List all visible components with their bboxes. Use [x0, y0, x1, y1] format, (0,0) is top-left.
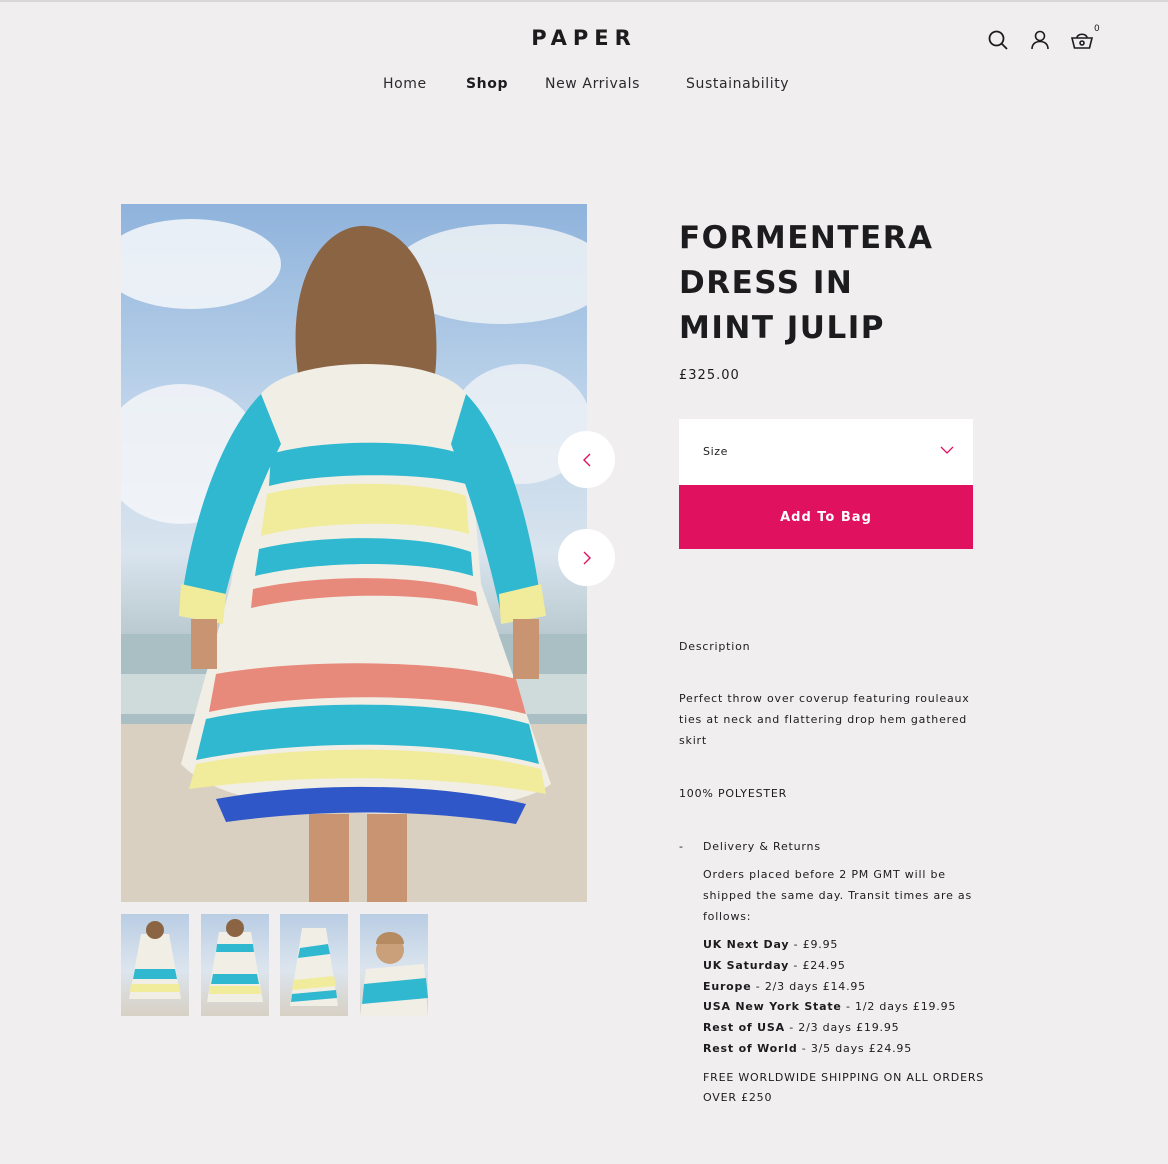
- shipping-option-name: UK Saturday: [703, 958, 790, 972]
- product-title-line: FORMENTERA: [679, 220, 934, 256]
- shipping-option-name: USA New York State: [703, 1000, 842, 1014]
- search-icon[interactable]: [986, 28, 1010, 52]
- nav-new-arrivals[interactable]: New Arrivals: [545, 76, 640, 92]
- gallery-next-button[interactable]: [558, 529, 615, 586]
- shipping-option-detail: - 3/5 days £24.95: [797, 1041, 913, 1055]
- delivery-intro: Orders placed before 2 PM GMT will be sh…: [703, 868, 972, 923]
- thumbnail-1[interactable]: [121, 914, 189, 1016]
- account-icon[interactable]: [1028, 28, 1052, 52]
- shipping-option-detail: - 2/3 days £14.95: [751, 979, 866, 993]
- description-text: Perfect throw over coverup featuring rou…: [679, 692, 970, 747]
- product-main-image[interactable]: [121, 204, 587, 902]
- shipping-option-detail: - 1/2 days £19.95: [841, 1000, 957, 1014]
- size-select[interactable]: Size: [679, 419, 973, 485]
- chevron-left-icon: [582, 453, 590, 466]
- shipping-option-detail: - 2/3 days £19.95: [784, 1021, 900, 1035]
- delivery-returns-heading[interactable]: Delivery & Returns: [703, 836, 821, 857]
- shipping-option-name: Rest of USA: [703, 1021, 785, 1035]
- product-title: FORMENTERA DRESS IN MINT JULIP: [679, 216, 999, 351]
- basket-icon[interactable]: [1070, 28, 1094, 52]
- size-select-label: Size: [703, 445, 728, 458]
- dress-photo-illustration: [121, 219, 587, 902]
- delivery-collapse-toggle[interactable]: -: [679, 836, 684, 857]
- shipping-option-name: UK Next Day: [703, 938, 790, 951]
- shipping-option: USA New York State - 1/2 days £19.95: [703, 997, 993, 1018]
- shipping-option: Rest of USA - 2/3 days £19.95: [703, 1018, 993, 1039]
- shipping-option: UK Next Day - £9.95: [703, 935, 993, 956]
- shipping-option-name: Rest of World: [703, 1041, 798, 1055]
- chevron-down-icon: [940, 446, 954, 454]
- product-price: £325.00: [679, 368, 740, 383]
- thumbnail-image: [129, 921, 181, 999]
- description-heading: Description: [679, 640, 751, 653]
- nav-home[interactable]: Home: [383, 76, 427, 92]
- thumbnail-image: [207, 919, 263, 1002]
- shipping-options-list: UK Next Day - £9.95 UK Saturday - £24.95…: [703, 935, 993, 1060]
- thumbnail-2[interactable]: [201, 914, 269, 1016]
- chevron-right-icon: [583, 551, 591, 564]
- shipping-option: Europe - 2/3 days £14.95: [703, 977, 993, 998]
- shipping-option-detail: - £24.95: [789, 958, 846, 972]
- nav-sustainability[interactable]: Sustainability: [686, 76, 789, 92]
- shipping-option-name: Europe: [703, 979, 752, 993]
- thumbnail-4[interactable]: [360, 914, 428, 1016]
- thumbnail-3[interactable]: [280, 914, 348, 1016]
- shipping-option-detail: - £9.95: [789, 938, 839, 951]
- product-title-line: MINT JULIP: [679, 310, 885, 346]
- cart-count-badge: 0: [1094, 24, 1100, 34]
- add-to-bag-button[interactable]: Add To Bag: [679, 485, 973, 549]
- shipping-option: UK Saturday - £24.95: [703, 956, 993, 977]
- thumbnail-image: [360, 932, 428, 1016]
- nav-shop[interactable]: Shop: [466, 76, 508, 92]
- product-title-line: DRESS IN: [679, 265, 854, 301]
- composition-text: 100% POLYESTER: [679, 787, 788, 800]
- shipping-option: Rest of World - 3/5 days £24.95: [703, 1039, 993, 1060]
- gallery-prev-button[interactable]: [558, 431, 615, 488]
- free-shipping-notice: FREE WORLDWIDE SHIPPING ON ALL ORDERS OV…: [703, 1071, 985, 1104]
- thumbnail-image: [290, 928, 338, 1006]
